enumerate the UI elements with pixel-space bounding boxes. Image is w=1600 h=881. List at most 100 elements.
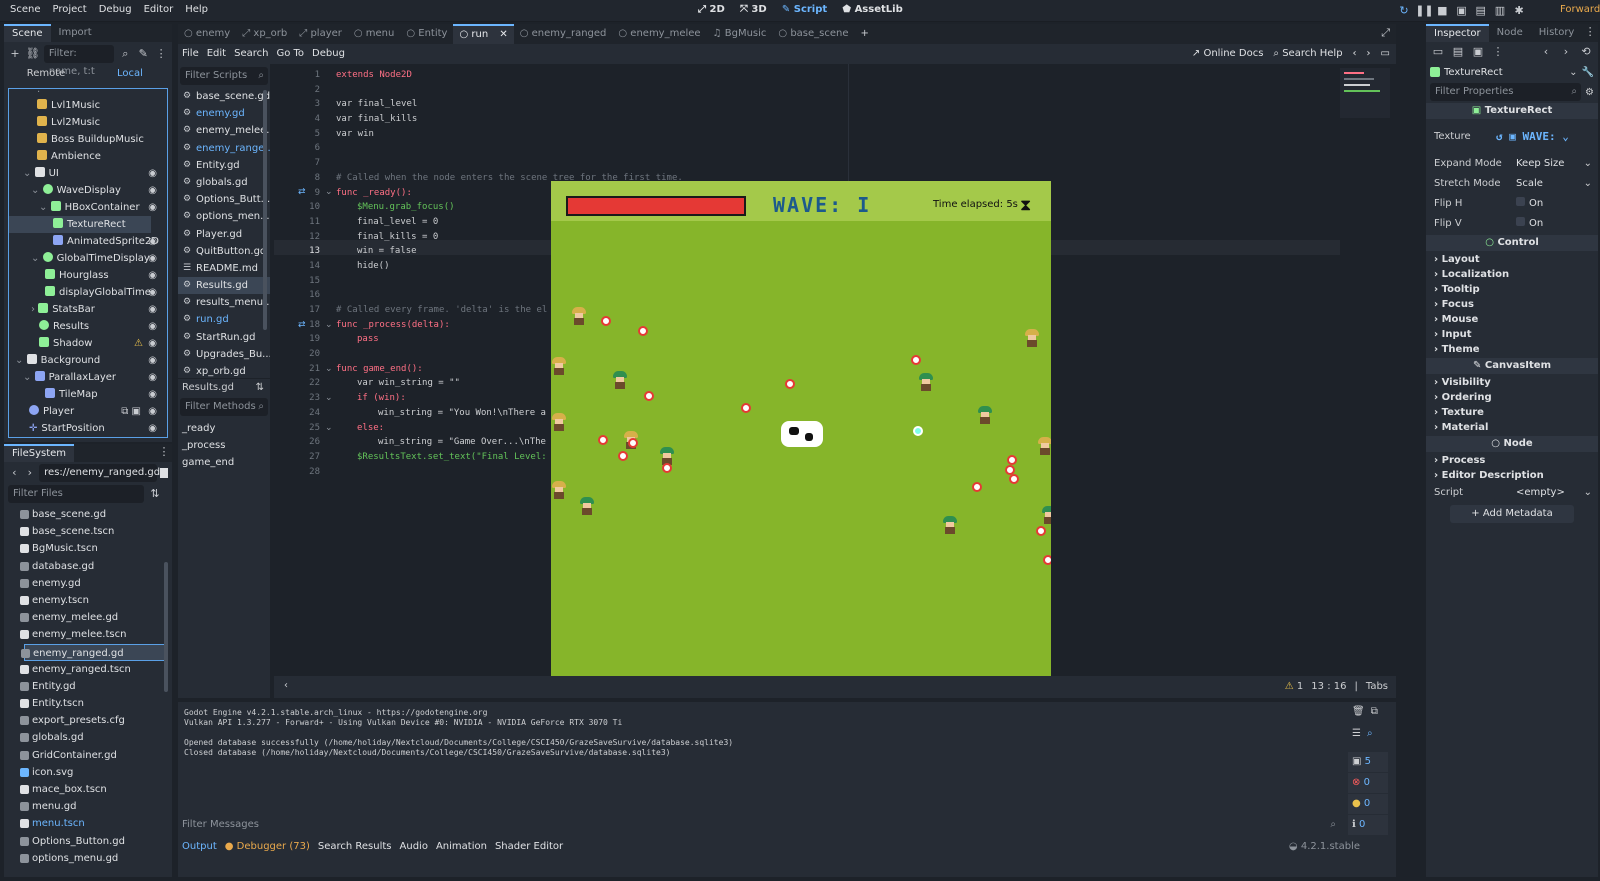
script-value[interactable]: <empty>	[1516, 483, 1565, 503]
link-icon[interactable]: ⛓	[26, 46, 40, 62]
file-item[interactable]: base_scene.gd	[4, 506, 168, 523]
filesystem-scrollbar[interactable]	[164, 562, 168, 692]
section-focus[interactable]: › Focus	[1426, 297, 1598, 312]
search-icon[interactable]: ⌕	[1367, 728, 1373, 750]
script-item-selected[interactable]: ⚙ Results.gd	[178, 277, 270, 295]
script-item[interactable]: ⚙ run.gd	[178, 311, 270, 328]
chevron-down-icon[interactable]: ⌄	[31, 185, 39, 196]
script-item[interactable]: ⚙ Entity.gd	[178, 157, 270, 174]
tab-history[interactable]: History	[1531, 24, 1583, 42]
selected-node-name[interactable]: TextureRect	[1444, 67, 1565, 78]
file-item[interactable]: menu.gd	[4, 798, 168, 815]
file-item[interactable]: icon.svg	[4, 764, 168, 781]
visibility-eye-icon[interactable]: ◉	[148, 403, 157, 420]
screen-assetlib-button[interactable]: ⬟ AssetLib	[836, 0, 908, 20]
section-tooltip[interactable]: › Tooltip	[1426, 282, 1598, 297]
chevron-down-icon[interactable]: ⌄	[1584, 174, 1592, 194]
chevron-down-icon[interactable]: ⌄	[1584, 154, 1592, 174]
flip-h-checkbox[interactable]: On	[1516, 194, 1543, 214]
script-item[interactable]: ⚙ QuitButton.gd	[178, 243, 270, 260]
tab-bgmusic[interactable]: ♫ BgMusic	[707, 24, 773, 44]
tree-node-tilemap[interactable]: TileMap ◉	[9, 386, 167, 403]
tab-import[interactable]: Import	[51, 24, 100, 42]
file-item[interactable]: Options_Button.gd	[4, 833, 168, 850]
screen-3d-button[interactable]: ⤧ 3D	[734, 0, 773, 20]
close-icon[interactable]: ✕	[499, 29, 507, 40]
file-item[interactable]: globals.gd	[4, 729, 168, 746]
chevron-right-icon[interactable]: ›	[31, 304, 35, 315]
file-item-selected[interactable]: enemy_ranged.gd	[21, 643, 168, 661]
connected-signal-icon[interactable]: ⇄	[298, 187, 306, 197]
script-item[interactable]: ☰ README.md	[178, 260, 270, 277]
file-item[interactable]: enemy.gd	[4, 575, 168, 592]
file-item[interactable]: enemy_ranged.tscn	[4, 661, 168, 678]
chevron-down-icon[interactable]: ⌄	[23, 168, 31, 179]
filter-errors[interactable]: ⊗ 0	[1348, 773, 1388, 793]
add-node-icon[interactable]: +	[8, 46, 22, 62]
texture-preview[interactable]: ↺ ▣ WAVE: ⌄	[1496, 120, 1569, 154]
tab-entity[interactable]: ○ Entity	[400, 24, 453, 44]
property-value[interactable]: Keep Size	[1516, 154, 1564, 174]
chevron-down-icon[interactable]: ⌄	[15, 355, 23, 366]
search-help-button[interactable]: ⌕ Search Help	[1273, 44, 1342, 64]
prev-script-icon[interactable]: ‹	[1353, 44, 1357, 64]
visibility-eye-icon[interactable]: ◉	[148, 420, 157, 437]
renderer-select[interactable]: Forward+	[1560, 0, 1600, 20]
file-item[interactable]: Entity.gd	[4, 678, 168, 695]
pause-icon[interactable]: ❚❚	[1415, 3, 1433, 19]
sort-icon[interactable]: ⇅	[147, 486, 163, 502]
filter-files-input[interactable]: Filter Files	[8, 485, 144, 503]
visibility-eye-icon[interactable]: ◉	[148, 301, 157, 318]
tree-node-hourglass[interactable]: Hourglass ◉	[9, 267, 167, 284]
scripts-scrollbar[interactable]	[263, 90, 267, 330]
menu-debug[interactable]: Debug	[93, 0, 138, 20]
sort-icon[interactable]: ⇅	[256, 379, 264, 397]
expand-mode-property[interactable]: Expand Mode Keep Size ⌄	[1426, 154, 1598, 174]
save-icon[interactable]: ▣	[1470, 44, 1486, 60]
chevron-down-icon[interactable]: ⌄	[1584, 483, 1592, 503]
script-menu-file[interactable]: File	[178, 44, 203, 64]
flip-h-property[interactable]: Flip H On	[1426, 194, 1598, 214]
script-menu-goto[interactable]: Go To	[272, 44, 308, 64]
menu-scene[interactable]: Scene	[4, 0, 47, 20]
tab-shader-editor[interactable]: Shader Editor	[491, 837, 567, 857]
fold-arrow-icon[interactable]: ⌄	[325, 364, 333, 374]
tab-node[interactable]: Node	[1489, 24, 1531, 42]
file-item[interactable]: enemy_melee.gd	[4, 609, 168, 626]
history-icon[interactable]: ⟲	[1578, 44, 1594, 60]
tab-enemy-melee[interactable]: ○ enemy_melee	[612, 24, 706, 44]
next-script-icon[interactable]: ›	[1367, 44, 1371, 64]
section-material[interactable]: › Material	[1426, 420, 1598, 435]
filter-properties-input[interactable]: Filter Properties ⌕	[1430, 83, 1582, 101]
filter-warnings[interactable]: ● 0	[1348, 794, 1388, 814]
visibility-eye-icon[interactable]: ◉	[148, 369, 157, 386]
tools-icon[interactable]: 🔧	[1582, 67, 1594, 78]
file-item[interactable]: options_menu.gd	[4, 850, 168, 867]
visibility-eye-icon[interactable]: ◉	[148, 233, 157, 250]
back-arrow-icon[interactable]: ‹	[8, 465, 21, 481]
file-item[interactable]: BgMusic.tscn	[4, 540, 168, 557]
tab-run[interactable]: ○ run ✕	[453, 24, 514, 44]
indentation-mode[interactable]: Tabs	[1366, 676, 1388, 698]
tree-node-player[interactable]: Player ⧉ ▣ ◉	[9, 403, 167, 420]
remote-debug-icon[interactable]: ▣	[1454, 3, 1470, 19]
run-custom-icon[interactable]: ✱	[1511, 3, 1527, 19]
script-item[interactable]: ⚙ enemy_melee...	[178, 122, 270, 139]
fold-arrow-icon[interactable]: ⌄	[325, 423, 333, 433]
visibility-eye-icon[interactable]: ◉	[148, 284, 157, 301]
chevron-down-icon[interactable]: ⌄	[1569, 67, 1577, 78]
script-item[interactable]: ⚙ globals.gd	[178, 174, 270, 191]
visibility-eye-icon[interactable]: ◉	[148, 165, 157, 182]
tree-node-lvl2music[interactable]: Lvl2Music	[9, 114, 167, 131]
file-item[interactable]: menu.tscn	[4, 815, 168, 832]
visibility-eye-icon[interactable]: ◉	[148, 335, 157, 352]
chevron-down-icon[interactable]: ⌄	[31, 253, 39, 264]
menu-dots-icon[interactable]: ⋮	[1582, 24, 1598, 40]
back-arrow-icon[interactable]: ‹	[1538, 44, 1554, 60]
distraction-free-icon[interactable]: ⤢	[1381, 26, 1390, 40]
method-item[interactable]: game_end	[178, 454, 270, 471]
section-mouse[interactable]: › Mouse	[1426, 312, 1598, 327]
tree-node-displayglobaltime[interactable]: displayGlobalTime ◉	[9, 284, 167, 301]
screen-2d-button[interactable]: ⤢ 2D	[692, 0, 731, 20]
tab-xp-orb[interactable]: ⤢ xp_orb	[236, 24, 293, 44]
